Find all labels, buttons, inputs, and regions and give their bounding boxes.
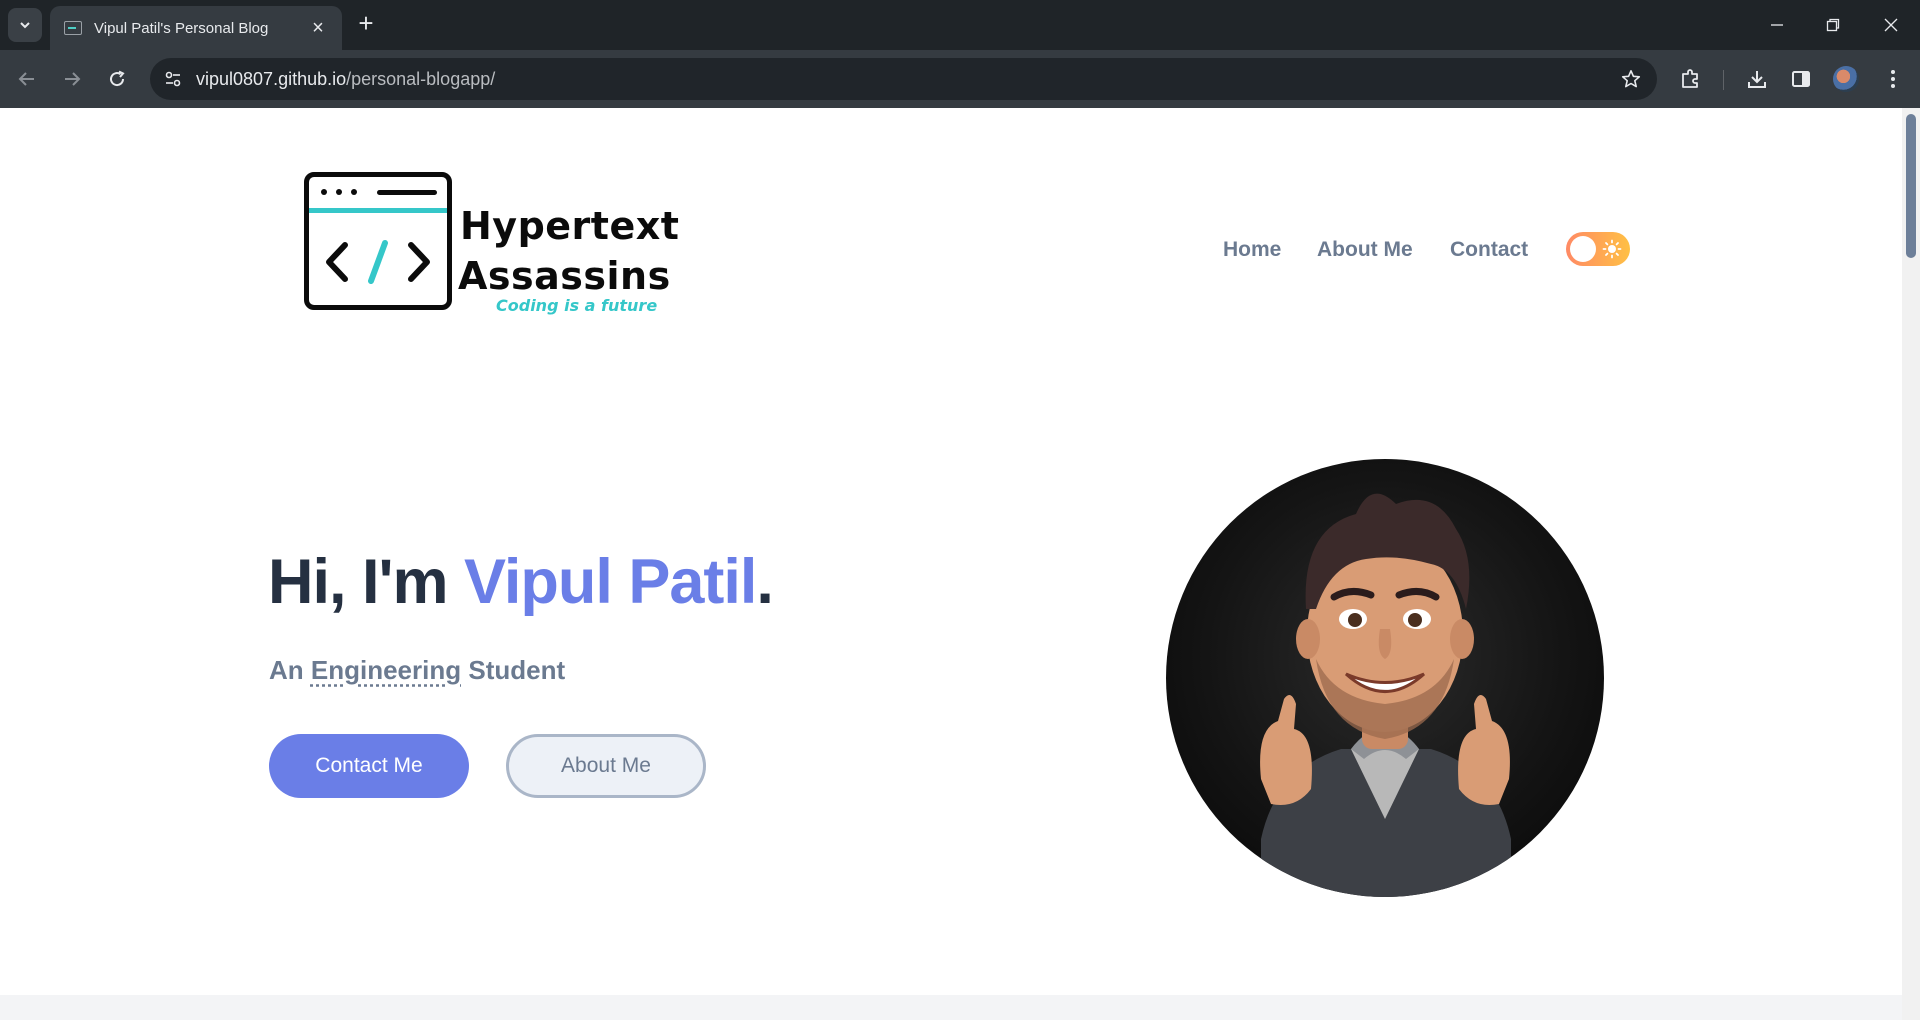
- profile-avatar-image: [1166, 459, 1604, 897]
- nav-about-link[interactable]: About Me: [1317, 238, 1413, 262]
- extensions-button[interactable]: [1676, 64, 1706, 94]
- toggle-knob: [1570, 236, 1596, 262]
- hero-sub-prefix: An: [269, 655, 311, 685]
- forward-button[interactable]: [57, 64, 87, 94]
- code-brackets-icon: [326, 240, 430, 284]
- download-icon: [1748, 71, 1766, 88]
- url-path: /personal-blogapp/: [346, 69, 496, 89]
- contact-me-button[interactable]: Contact Me: [269, 734, 469, 798]
- reload-icon: [110, 70, 125, 87]
- tune-icon: [165, 71, 181, 87]
- hero-sub-emphasis: Engineering: [310, 655, 462, 685]
- tab-close-icon[interactable]: ×: [308, 18, 328, 38]
- browser-tab[interactable]: Vipul Patil's Personal Blog ×: [50, 6, 342, 50]
- site-favicon-icon: [64, 21, 82, 35]
- downloads-button[interactable]: [1742, 64, 1772, 94]
- browser-tab-bar: Vipul Patil's Personal Blog × +: [0, 0, 1920, 50]
- browser-toolbar: vipul0807.github.io/personal-blogapp/: [0, 50, 1920, 108]
- side-panel-icon: [1792, 71, 1810, 87]
- minimize-icon: [1771, 24, 1783, 26]
- logo-tagline: Coding is a future: [496, 296, 658, 315]
- page-scrollbar[interactable]: [1902, 108, 1920, 1020]
- close-window-button[interactable]: [1876, 10, 1906, 40]
- next-section-edge: [0, 995, 1902, 1020]
- tab-title: Vipul Patil's Personal Blog: [94, 19, 269, 37]
- restore-icon: [1826, 18, 1840, 32]
- chevron-down-icon: [20, 22, 30, 29]
- logo-bar: [377, 190, 437, 195]
- code-window-icon: [304, 172, 452, 310]
- site-logo[interactable]: Hypertext Assassins Coding is a future: [300, 168, 679, 318]
- star-icon: [1621, 70, 1641, 88]
- sun-icon: [1602, 239, 1622, 259]
- page-viewport: Hypertext Assassins Coding is a future H…: [0, 108, 1920, 1020]
- back-arrow-icon: [18, 72, 34, 86]
- hero-name: Vipul Patil: [464, 547, 757, 617]
- logo-text-line2: Assassins: [458, 254, 671, 298]
- logo-dots: [321, 189, 357, 195]
- hero-period: .: [756, 547, 773, 617]
- hero-greeting: Hi, I'm: [268, 547, 465, 617]
- nav-contact-link[interactable]: Contact: [1450, 238, 1528, 262]
- tab-list-button[interactable]: [8, 8, 42, 42]
- nav-home-link[interactable]: Home: [1223, 238, 1281, 262]
- site-info-button[interactable]: [160, 66, 186, 92]
- toolbar-separator: [1723, 70, 1724, 90]
- side-panel-button[interactable]: [1786, 64, 1816, 94]
- minimize-button[interactable]: [1762, 10, 1792, 40]
- logo-text-line1: Hypertext: [460, 204, 680, 248]
- browser-menu-button[interactable]: [1878, 64, 1908, 94]
- hero-subtitle: An Engineering Student: [269, 655, 565, 686]
- close-icon: [1884, 18, 1898, 32]
- hero-heading: Hi, I'm Vipul Patil.: [268, 546, 774, 618]
- url-text: vipul0807.github.io/personal-blogapp/: [196, 69, 495, 90]
- forward-arrow-icon: [65, 72, 81, 86]
- more-vert-icon: [1891, 70, 1895, 88]
- reload-button[interactable]: [102, 64, 132, 94]
- back-button[interactable]: [12, 64, 42, 94]
- about-me-button[interactable]: About Me: [506, 734, 706, 798]
- profile-avatar[interactable]: [1833, 66, 1859, 92]
- new-tab-button[interactable]: +: [352, 10, 380, 38]
- logo-teal-line: [309, 208, 447, 213]
- scrollbar-thumb[interactable]: [1906, 114, 1916, 258]
- puzzle-icon: [1682, 69, 1698, 88]
- bookmark-button[interactable]: [1619, 67, 1643, 91]
- address-bar[interactable]: vipul0807.github.io/personal-blogapp/: [150, 58, 1657, 100]
- url-host: vipul0807.github.io: [196, 69, 347, 89]
- theme-toggle[interactable]: [1566, 232, 1630, 266]
- hero-sub-suffix: Student: [461, 655, 566, 685]
- restore-button[interactable]: [1818, 10, 1848, 40]
- memoji-illustration: [1260, 493, 1511, 897]
